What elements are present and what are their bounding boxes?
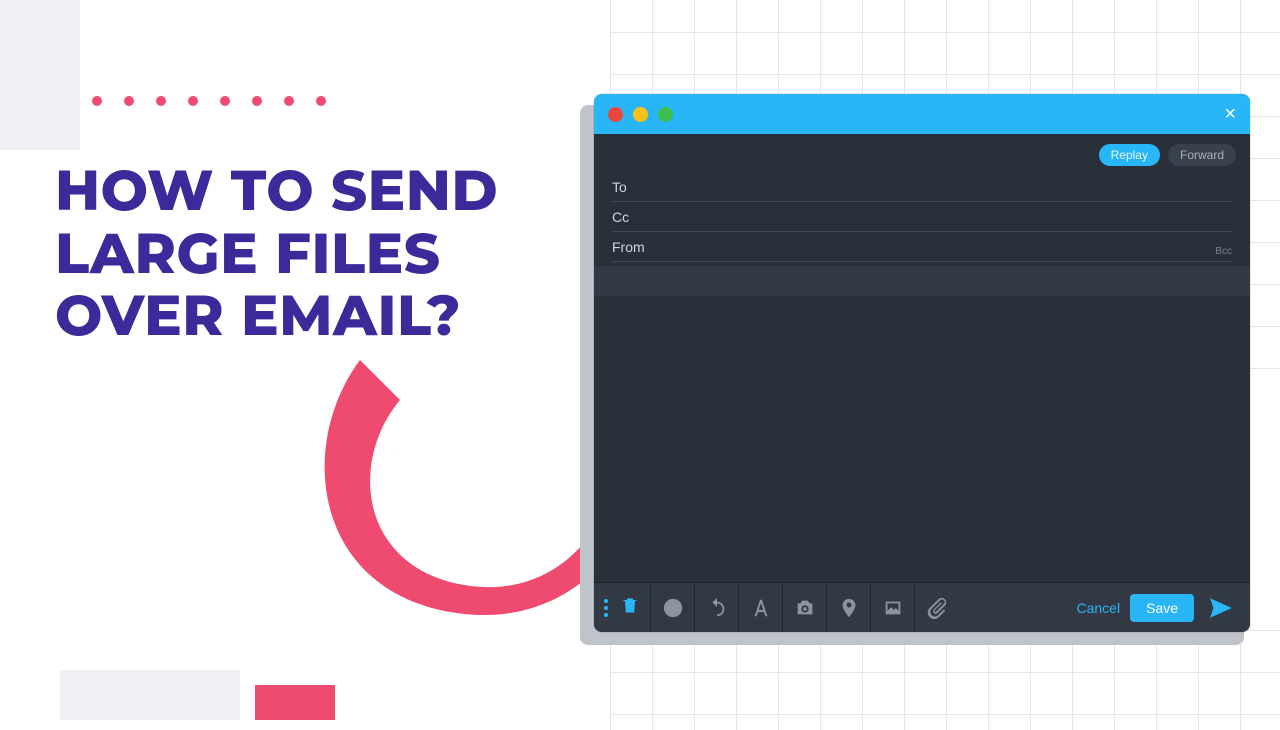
- grid-background-bottom: [610, 630, 1280, 730]
- page-title: HOW TO SEND LARGE FILES OVER EMAIL?: [55, 160, 615, 348]
- undo-icon[interactable]: [695, 583, 739, 632]
- send-icon: [1208, 595, 1234, 621]
- window-zoom-dot[interactable]: [658, 107, 673, 122]
- camera-icon[interactable]: [783, 583, 827, 632]
- header-fields: To Cc From Bcc: [594, 172, 1250, 266]
- decor-dots: [92, 96, 326, 106]
- save-button[interactable]: Save: [1130, 594, 1194, 622]
- cancel-button[interactable]: Cancel: [1076, 600, 1120, 616]
- attachment-icon[interactable]: [915, 583, 959, 632]
- compose-window: × Replay Forward To Cc From Bcc: [594, 94, 1250, 632]
- window-titlebar: ×: [594, 94, 1250, 134]
- to-label: To: [612, 179, 662, 195]
- toolbar-drag-group: [594, 583, 651, 632]
- forward-button[interactable]: Forward: [1168, 144, 1236, 166]
- compose-toolbar: Cancel Save: [594, 582, 1250, 632]
- location-icon[interactable]: [827, 583, 871, 632]
- window-traffic-lights: [608, 107, 673, 122]
- message-body[interactable]: [594, 296, 1250, 582]
- add-icon[interactable]: [651, 583, 695, 632]
- window-minimize-dot[interactable]: [633, 107, 648, 122]
- image-icon[interactable]: [871, 583, 915, 632]
- toolbar-actions: Cancel Save: [1064, 583, 1250, 632]
- reply-forward-row: Replay Forward: [594, 134, 1250, 172]
- decor-square-pink: [255, 685, 335, 720]
- window-close-dot[interactable]: [608, 107, 623, 122]
- cc-field[interactable]: Cc: [612, 202, 1232, 232]
- from-label: From: [612, 239, 662, 255]
- decor-square-bottom: [60, 670, 240, 720]
- to-field[interactable]: To: [612, 172, 1232, 202]
- font-icon[interactable]: [739, 583, 783, 632]
- send-button[interactable]: [1204, 591, 1238, 625]
- replay-button[interactable]: Replay: [1099, 144, 1160, 166]
- cc-label: Cc: [612, 209, 662, 225]
- drag-handle-icon[interactable]: [604, 599, 610, 617]
- decor-square-top-left: [0, 0, 80, 150]
- subject-bar[interactable]: [594, 266, 1250, 296]
- from-field[interactable]: From Bcc: [612, 232, 1232, 262]
- trash-icon[interactable]: [620, 595, 640, 620]
- bcc-toggle[interactable]: Bcc: [1215, 246, 1232, 257]
- close-icon[interactable]: ×: [1224, 104, 1236, 124]
